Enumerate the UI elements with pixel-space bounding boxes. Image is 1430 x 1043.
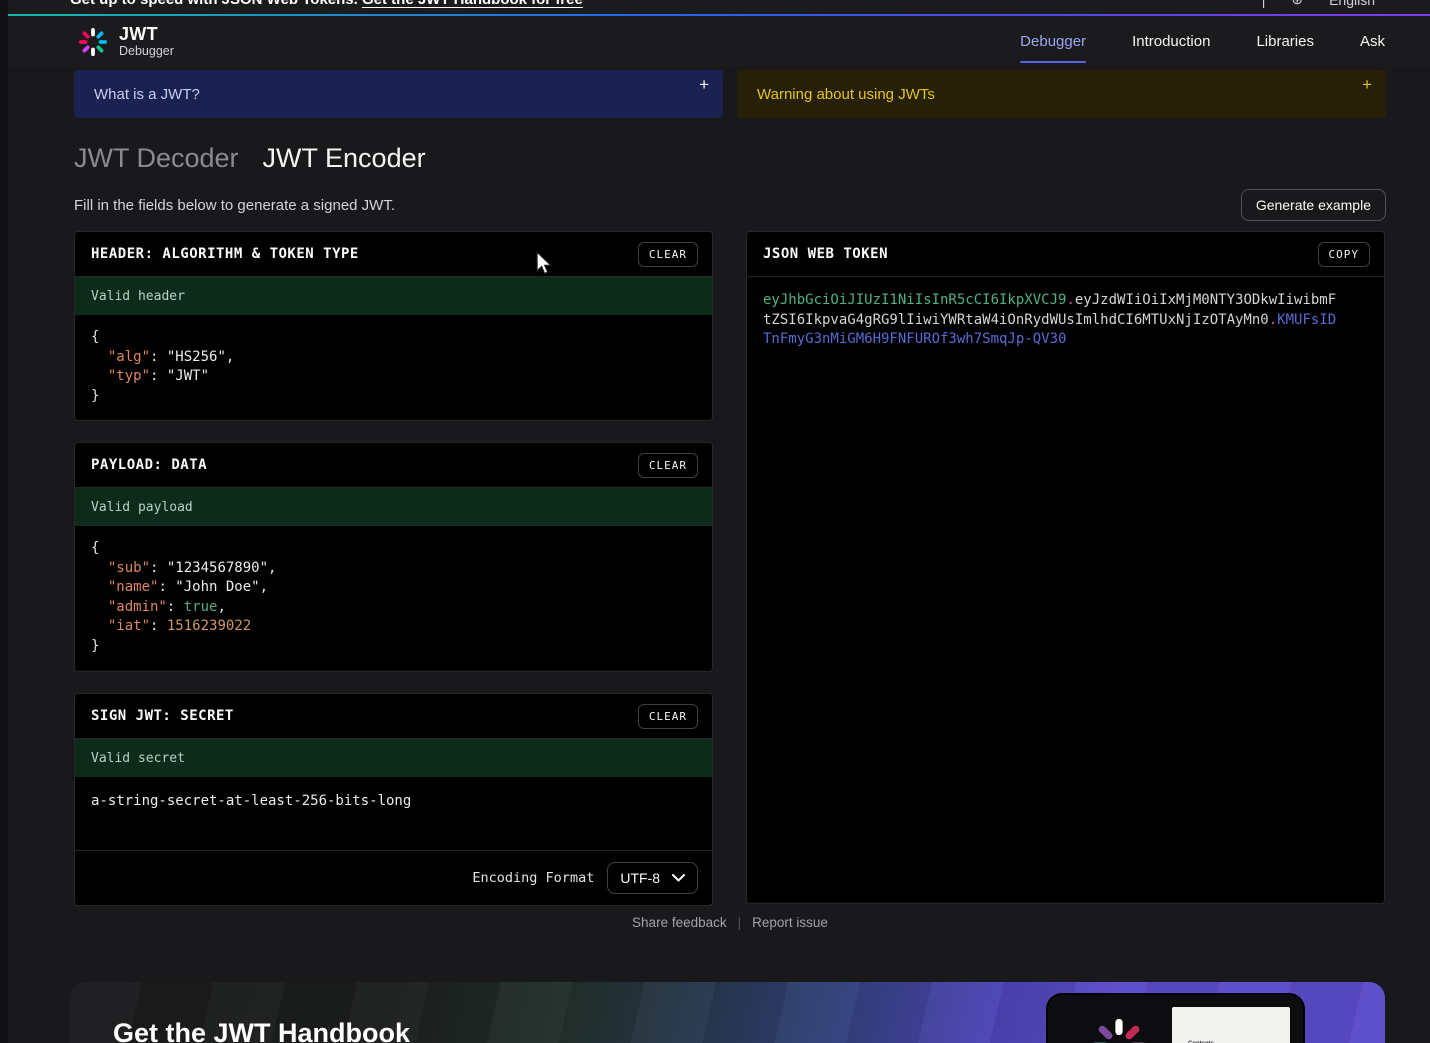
header-status-strip: Valid header	[75, 277, 712, 315]
tab-jwt-encoder[interactable]: JWT Encoder	[263, 143, 426, 174]
logo-text: JWT Debugger	[119, 25, 174, 58]
main-content: What is a JWT? + Warning about using JWT…	[8, 67, 1430, 1043]
page-subtitle: Fill in the fields below to generate a s…	[74, 197, 395, 214]
expand-info-icon[interactable]: +	[699, 75, 709, 95]
secret-clear-button[interactable]: CLEAR	[638, 704, 698, 729]
jwt-logo[interactable]: JWT Debugger	[78, 25, 174, 58]
main-nav: JWT Debugger Debugger Introduction Libra…	[8, 16, 1430, 67]
payload-card: PAYLOAD: DATA CLEAR Valid payload { "sub…	[74, 442, 713, 672]
top-strip-divider: |	[1262, 0, 1266, 8]
logo-title: JWT	[119, 25, 174, 44]
encoder-input-column: HEADER: ALGORITHM & TOKEN TYPE CLEAR Val…	[74, 231, 713, 906]
header-status-text: Valid header	[91, 289, 185, 304]
generate-example-button[interactable]: Generate example	[1241, 189, 1386, 221]
header-card: HEADER: ALGORITHM & TOKEN TYPE CLEAR Val…	[74, 231, 713, 421]
language-selector[interactable]: English	[1329, 0, 1375, 8]
feedback-row: Share feedback | Report issue	[74, 915, 1386, 930]
handbook-cover-logo-icon	[1090, 1017, 1148, 1043]
encoding-format-select[interactable]: UTF-8	[607, 862, 698, 894]
token-copy-button[interactable]: COPY	[1318, 242, 1371, 267]
payload-clear-button[interactable]: CLEAR	[638, 453, 698, 478]
encoding-format-label: Encoding Format	[472, 870, 594, 886]
feedback-divider: |	[738, 915, 742, 930]
nav-item-debugger[interactable]: Debugger	[1020, 33, 1086, 50]
header-card-titlebar: HEADER: ALGORITHM & TOKEN TYPE CLEAR	[75, 232, 712, 277]
handbook-tablet-image: Contents	[1048, 995, 1303, 1043]
header-clear-button[interactable]: CLEAR	[638, 242, 698, 267]
what-is-jwt-banner[interactable]: What is a JWT? +	[74, 70, 723, 118]
secret-status-text: Valid secret	[91, 751, 185, 766]
top-promo-text: Get up to speed with JSON Web Tokens. Ge…	[70, 0, 583, 8]
nav-item-introduction[interactable]: Introduction	[1132, 33, 1210, 50]
encoder-output-column: JSON WEB TOKEN COPY eyJhbGciOiJIUzI1NiIs…	[746, 231, 1385, 904]
secret-input[interactable]: a-string-secret-at-least-256-bits-long	[75, 777, 712, 850]
share-feedback-link[interactable]: Share feedback	[632, 915, 727, 930]
handbook-link[interactable]: Get the JWT Handbook for free	[362, 0, 583, 8]
top-promo-message: Get up to speed with JSON Web Tokens.	[70, 0, 362, 8]
report-issue-link[interactable]: Report issue	[752, 915, 828, 930]
payload-status-strip: Valid payload	[75, 488, 712, 526]
secret-card: SIGN JWT: SECRET CLEAR Valid secret a-st…	[74, 693, 713, 906]
globe-icon: ⊕	[1291, 0, 1303, 8]
promo-heading: Get the JWT Handbook	[113, 1018, 410, 1043]
active-tab-underline	[1020, 61, 1086, 63]
payload-json-editor[interactable]: { "sub": "1234567890", "name": "John Doe…	[75, 526, 712, 672]
header-card-title: HEADER: ALGORITHM & TOKEN TYPE	[91, 246, 359, 262]
banner-row: What is a JWT? + Warning about using JWT…	[74, 70, 1386, 118]
window-left-edge	[0, 0, 8, 1043]
token-card-title: JSON WEB TOKEN	[763, 246, 888, 262]
page-title-row: JWT Decoder JWT Encoder	[74, 143, 1386, 174]
token-card-titlebar: JSON WEB TOKEN COPY	[747, 232, 1384, 277]
logo-subtitle: Debugger	[119, 44, 174, 58]
encoding-format-value: UTF-8	[620, 870, 660, 886]
tab-jwt-decoder[interactable]: JWT Decoder	[74, 143, 239, 174]
secret-status-strip: Valid secret	[75, 739, 712, 777]
what-is-jwt-label: What is a JWT?	[94, 86, 200, 103]
nav-item-ask[interactable]: Ask	[1360, 33, 1385, 50]
jwt-warning-banner[interactable]: Warning about using JWTs +	[737, 70, 1386, 118]
jwt-warning-label: Warning about using JWTs	[757, 86, 935, 103]
expand-warning-icon[interactable]: +	[1362, 75, 1372, 95]
json-web-token-card: JSON WEB TOKEN COPY eyJhbGciOiJIUzI1NiIs…	[746, 231, 1385, 904]
subtitle-row: Fill in the fields below to generate a s…	[74, 189, 1386, 221]
secret-card-title: SIGN JWT: SECRET	[91, 708, 234, 724]
chevron-down-icon	[672, 874, 685, 882]
jwt-logo-icon	[78, 27, 108, 57]
payload-card-title: PAYLOAD: DATA	[91, 457, 207, 473]
gradient-divider	[8, 14, 1430, 16]
payload-card-titlebar: PAYLOAD: DATA CLEAR	[75, 443, 712, 488]
generated-jwt-token[interactable]: eyJhbGciOiJIUzI1NiIsInR5cCI6IkpXVCJ9.eyJ…	[747, 277, 1359, 364]
nav-items: Debugger Introduction Libraries Ask	[1020, 33, 1385, 50]
top-promo-strip: Get up to speed with JSON Web Tokens. Ge…	[8, 0, 1430, 14]
header-json-editor[interactable]: { "alg": "HS256", "typ": "JWT"}	[75, 315, 712, 421]
secret-card-titlebar: SIGN JWT: SECRET CLEAR	[75, 694, 712, 739]
encoding-format-row: Encoding Format UTF-8	[75, 850, 712, 905]
handbook-open-page: Contents	[1172, 1007, 1290, 1043]
handbook-promo-banner[interactable]: Get the JWT Handbook Contents	[70, 982, 1385, 1043]
nav-item-libraries[interactable]: Libraries	[1256, 33, 1314, 50]
payload-status-text: Valid payload	[91, 500, 193, 515]
